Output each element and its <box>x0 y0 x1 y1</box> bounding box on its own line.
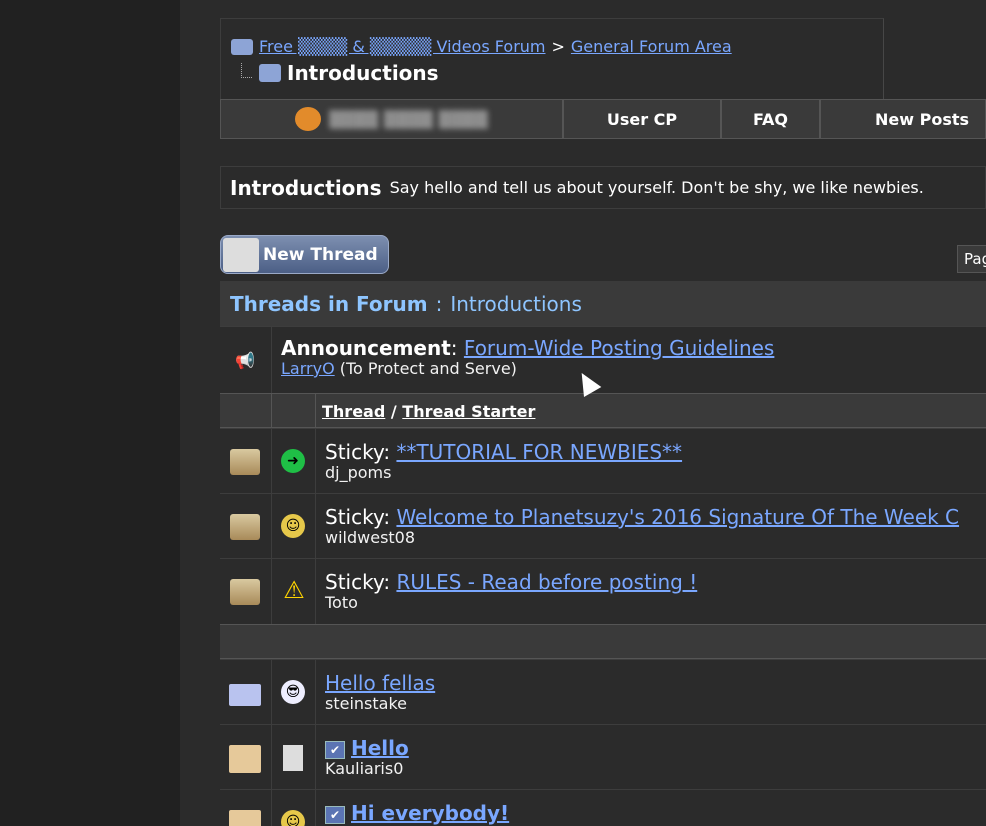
sticky-prefix: Sticky: <box>325 440 391 464</box>
thread-title-link[interactable]: Hello <box>351 736 409 760</box>
tab-new-posts[interactable]: New Posts <box>820 99 986 139</box>
lock-folder-icon <box>230 579 260 605</box>
cool-smiley-icon: 😎 <box>281 680 305 704</box>
checkmark-icon: ✔ <box>325 805 345 824</box>
smiley-icon: ☺ <box>281 810 305 826</box>
thread-title-link[interactable]: Hello fellas <box>325 671 435 695</box>
document-icon <box>283 745 303 771</box>
avatar-icon <box>295 107 322 131</box>
forum-home-link[interactable]: Free ▒▒▒▒ & ▒▒▒▒▒ Videos Forum <box>259 37 546 56</box>
new-thread-icon <box>223 237 259 272</box>
tab-faq[interactable]: FAQ <box>721 99 820 139</box>
announcement-author-title: (To Protect and Serve) <box>339 359 517 378</box>
column-labels: Thread / Thread Starter <box>322 402 536 421</box>
warning-icon: ⚠ <box>283 576 305 604</box>
lock-folder-icon <box>230 449 260 475</box>
tab-user-label: ▒▒▒▒ ▒▒▒▒ ▒▒▒▒ <box>329 109 488 129</box>
smiley-icon: ☺ <box>281 514 305 538</box>
breadcrumb: Free ▒▒▒▒ & ▒▒▒▒▒ Videos Forum > General… <box>220 18 884 100</box>
thread-starter: Kauliaris0 <box>325 759 404 778</box>
tab-user-cp[interactable]: User CP <box>563 99 721 139</box>
checkmark-icon: ✔ <box>325 740 345 759</box>
lock-folder-icon <box>230 514 260 540</box>
nav-tabs: ▒▒▒▒ ▒▒▒▒ ▒▒▒▒ User CP FAQ New Posts <box>220 99 986 139</box>
sticky-prefix: Sticky: <box>325 505 391 529</box>
forum-title: Introductions <box>230 175 382 200</box>
breadcrumb-separator: > <box>551 37 565 56</box>
thread-row: ✔ Hello Kauliaris0 <box>220 724 986 789</box>
open-envelope-icon <box>229 745 261 773</box>
new-thread-button[interactable]: New Thread <box>220 235 389 274</box>
announcement-content: Announcement: Forum-Wide Posting Guideli… <box>281 336 775 378</box>
threads-header: Threads in Forum : Introductions <box>220 281 986 326</box>
forum-description: Say hello and tell us about yourself. Do… <box>389 178 924 197</box>
announcement-title-link[interactable]: Forum-Wide Posting Guidelines <box>464 336 774 360</box>
thread-starter: steinstake <box>325 694 407 713</box>
column-header: Thread / Thread Starter <box>220 393 986 428</box>
open-envelope-icon <box>229 810 261 826</box>
left-sidebar <box>0 0 180 826</box>
sticky-separator <box>220 624 986 659</box>
forum-main: Free ▒▒▒▒ & ▒▒▒▒▒ Videos Forum > General… <box>180 0 986 826</box>
thread-row: ➜ Sticky: **TUTORIAL FOR NEWBIES** dj_po… <box>220 428 986 493</box>
thread-title-link[interactable]: **TUTORIAL FOR NEWBIES** <box>396 440 682 464</box>
envelope-icon <box>229 684 261 706</box>
general-forum-link[interactable]: General Forum Area <box>571 37 732 56</box>
announcement-author-link[interactable]: LarryO <box>281 359 335 378</box>
forum-description-box: Introductions Say hello and tell us abou… <box>220 166 986 209</box>
new-thread-label: New Thread <box>263 244 378 265</box>
thread-starter: dj_poms <box>325 463 392 482</box>
announcement-icon-cell: 📢 <box>220 327 272 393</box>
page-nav[interactable]: Pag <box>957 245 986 273</box>
megaphone-icon: 📢 <box>235 350 255 370</box>
thread-starter: wildwest08 <box>325 528 416 547</box>
threads-header-forum: Introductions <box>450 291 582 316</box>
thread-row: ☺ ✔ Hi everybody! <box>220 789 986 826</box>
breadcrumb-current: Introductions <box>237 61 439 85</box>
thread-starter: Toto <box>325 593 358 612</box>
announcement-label: Announcement <box>281 336 451 360</box>
announcement-row: 📢 Announcement: Forum-Wide Posting Guide… <box>220 326 986 393</box>
forum-home-icon <box>231 38 253 55</box>
thread-row: 😎 Hello fellas steinstake <box>220 659 986 724</box>
folder-icon <box>259 64 281 82</box>
arrow-right-icon: ➜ <box>281 449 305 473</box>
sort-starter-link[interactable]: Thread Starter <box>402 402 535 421</box>
sort-thread-link[interactable]: Thread <box>322 402 385 421</box>
thread-title-link[interactable]: Welcome to Planetsuzy's 2016 Signature O… <box>396 505 959 529</box>
threads-header-prefix: Threads in Forum <box>230 291 428 316</box>
tab-user[interactable]: ▒▒▒▒ ▒▒▒▒ ▒▒▒▒ <box>220 99 563 139</box>
current-forum-title: Introductions <box>287 61 439 85</box>
threads-header-separator: : <box>435 291 443 316</box>
thread-title-link[interactable]: Hi everybody! <box>351 801 509 825</box>
thread-row: ⚠ Sticky: RULES - Read before posting ! … <box>220 558 986 624</box>
thread-title-link[interactable]: RULES - Read before posting ! <box>396 570 697 594</box>
sticky-prefix: Sticky: <box>325 570 391 594</box>
thread-row: ☺ Sticky: Welcome to Planetsuzy's 2016 S… <box>220 493 986 558</box>
breadcrumb-top: Free ▒▒▒▒ & ▒▒▒▒▒ Videos Forum > General… <box>231 37 732 56</box>
